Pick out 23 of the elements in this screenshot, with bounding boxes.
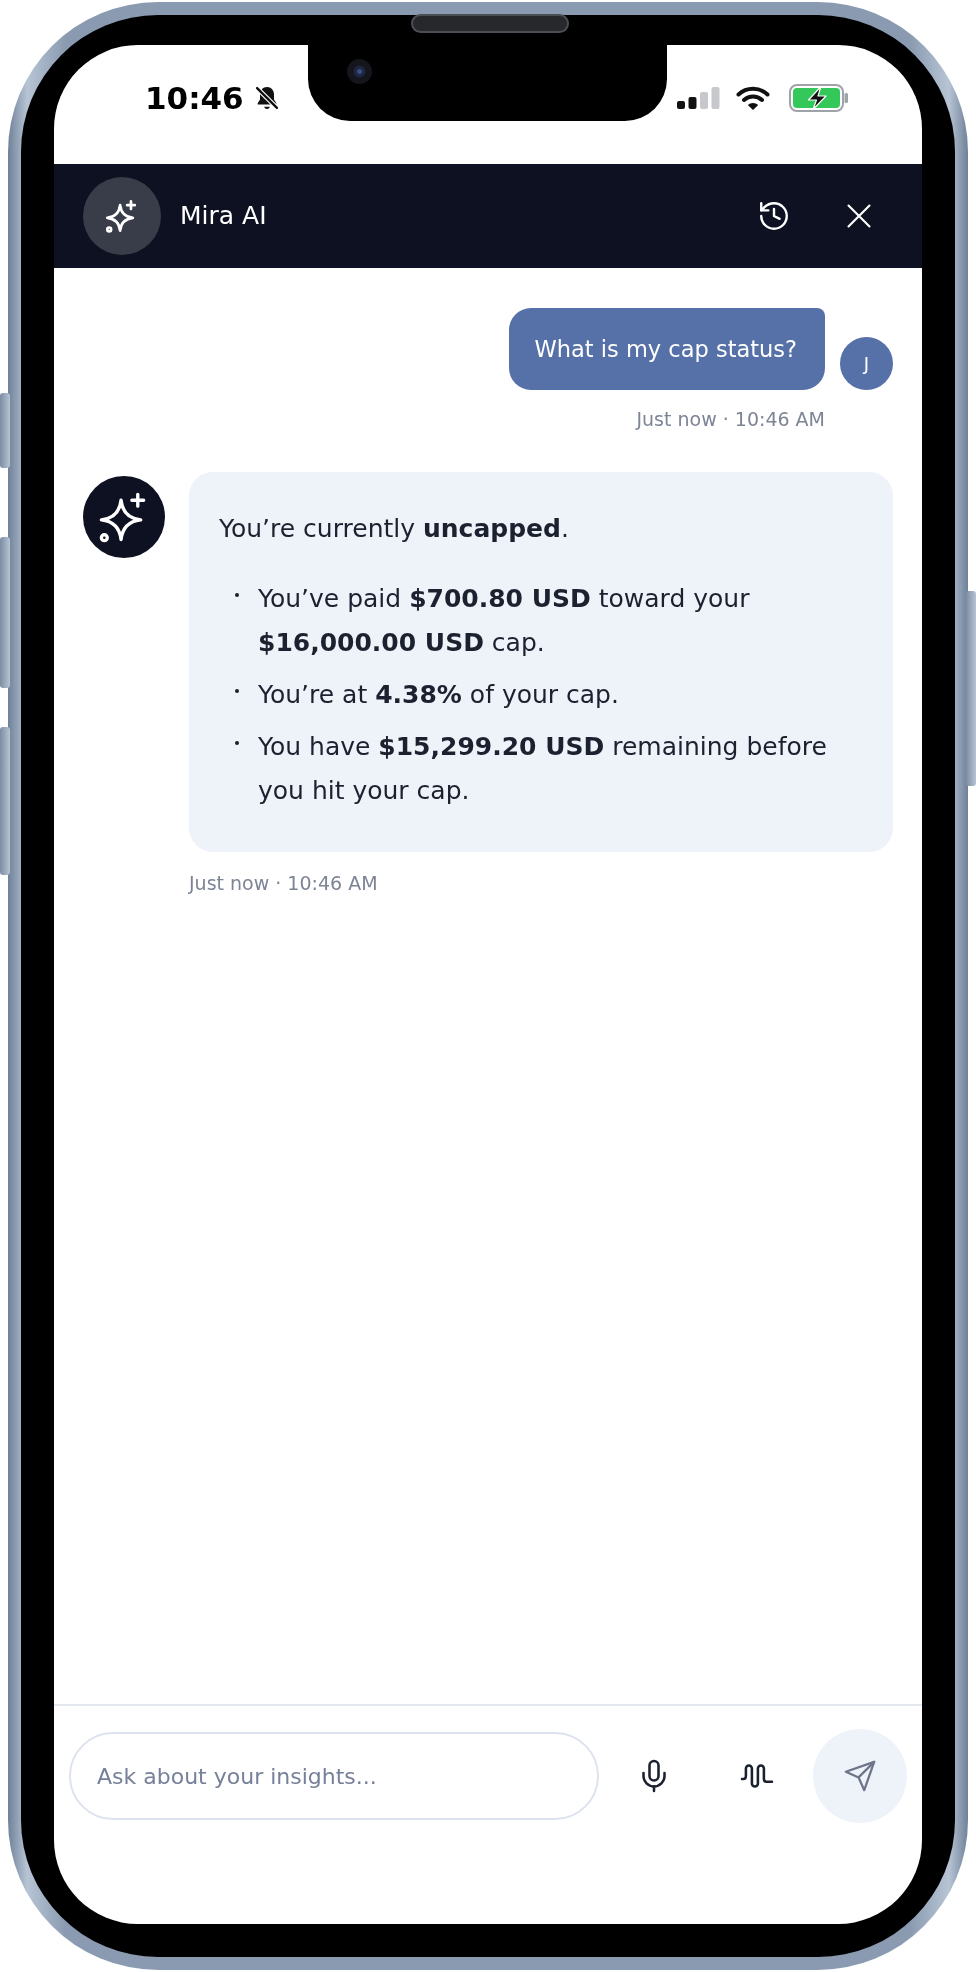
message-timestamp: Just now · 10:46 AM (636, 407, 825, 431)
bullet-text: You have $15,299.20 USD remaining before you hit your cap. (258, 731, 828, 807)
history-icon[interactable] (757, 199, 791, 233)
user-message: What is my cap status? (508, 308, 825, 390)
user-avatar: J (840, 337, 893, 390)
status-time: 10:46 (145, 80, 244, 116)
battery-charging-icon (789, 84, 849, 112)
bullet-text: You’re at 4.38% of your cap. (258, 679, 619, 711)
message-text: You’re currently uncapped. (219, 513, 570, 545)
message-input[interactable]: Ask about your insights... (69, 1732, 599, 1820)
send-icon (843, 1759, 877, 1793)
camera-lens-icon (347, 59, 372, 84)
bullet-icon (235, 741, 239, 745)
message-timestamp: Just now · 10:46 AM (189, 871, 378, 895)
chat-title: Mira AI (180, 200, 267, 232)
signal-bars-icon (677, 87, 720, 109)
bullet-icon (235, 593, 239, 597)
sparkle-icon (83, 177, 161, 255)
wifi-icon (736, 85, 770, 111)
close-icon[interactable] (845, 202, 873, 230)
bullet-text: You’ve paid $700.80 USD toward your $16,000.00 USD cap. (258, 583, 751, 659)
bullet-icon (235, 689, 239, 693)
sparkle-icon (83, 476, 165, 558)
